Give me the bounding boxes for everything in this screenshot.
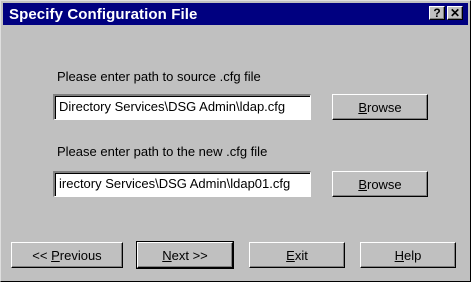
previous-button-label: << Previous <box>32 247 102 263</box>
help-button[interactable]: Help <box>360 242 456 268</box>
source-browse-button[interactable]: Browse <box>332 94 428 120</box>
target-path-label: Please enter path to the new .cfg file <box>57 144 268 159</box>
source-path-label: Please enter path to source .cfg file <box>57 69 261 84</box>
source-path-input[interactable]: Directory Services\DSG Admin\ldap.cfg <box>53 94 311 120</box>
exit-button[interactable]: Exit <box>249 242 345 268</box>
target-browse-button[interactable]: Browse <box>332 171 428 197</box>
close-icon[interactable]: ✕ <box>447 6 463 20</box>
configuration-dialog: Specify Configuration File ? ✕ Please en… <box>0 0 471 282</box>
next-button[interactable]: Next >> <box>136 241 234 269</box>
next-button-label: Next >> <box>162 247 208 263</box>
title-bar[interactable]: Specify Configuration File ? ✕ <box>3 3 468 25</box>
exit-button-label: Exit <box>286 247 308 263</box>
target-browse-label: Browse <box>358 176 402 192</box>
help-button-label: Help <box>394 247 422 263</box>
target-path-input[interactable]: irectory Services\DSG Admin\ldap01.cfg <box>53 171 311 197</box>
help-icon[interactable]: ? <box>429 6 445 20</box>
previous-button[interactable]: << Previous <box>11 242 123 268</box>
dialog-title: Specify Configuration File <box>9 6 198 23</box>
source-browse-label: Browse <box>358 99 402 115</box>
